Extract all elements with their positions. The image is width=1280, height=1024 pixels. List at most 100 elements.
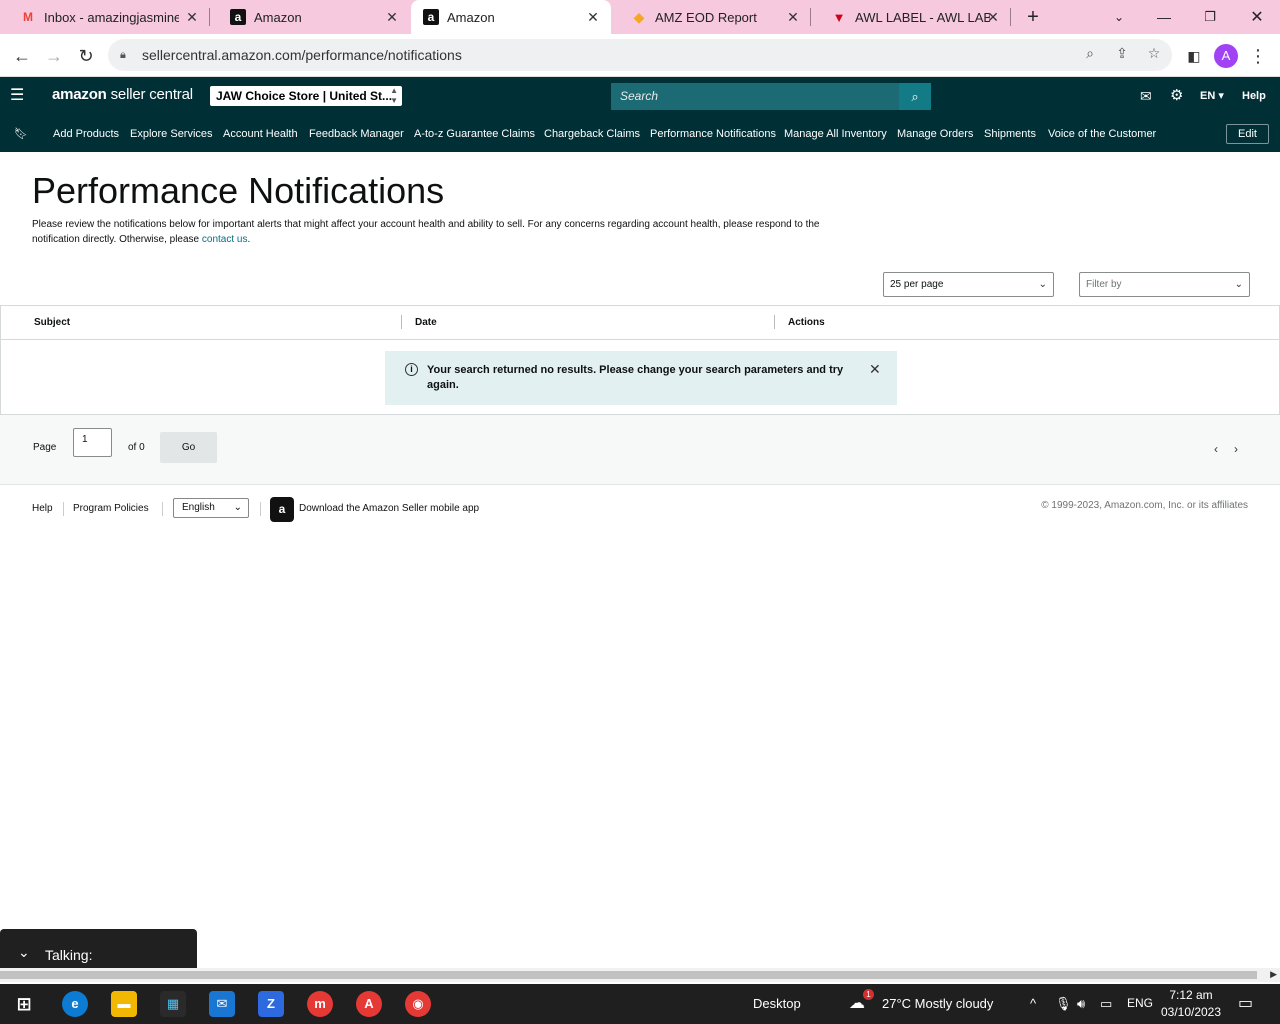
filter-select[interactable]: Filter by ⌄ (1079, 272, 1250, 297)
column-subject[interactable]: Subject (34, 317, 70, 328)
search-icon[interactable]: ⌕ (899, 83, 931, 110)
nav-manage-all-inventory[interactable]: Manage All Inventory (784, 128, 887, 140)
page-number-input[interactable]: 1 (73, 428, 112, 457)
chevron-left-icon[interactable]: ‹ (1214, 442, 1218, 456)
tab-title: AWL LABEL - AWL LABEL (855, 9, 990, 25)
tab-amazon-1[interactable]: a Amazon ✕ (210, 0, 410, 34)
profile-avatar[interactable]: A (1214, 44, 1238, 68)
page-title: Performance Notifications (32, 170, 445, 211)
clock-time: 7:12 am (1169, 988, 1213, 1002)
file-explorer-icon[interactable]: ▬ (111, 991, 137, 1017)
tab-amazon-active[interactable]: a Amazon ✕ (411, 0, 611, 34)
input-language[interactable]: ENG (1127, 996, 1153, 1010)
download-app-link[interactable]: Download the Amazon Seller mobile app (299, 503, 479, 514)
bookmark-icon[interactable]: 🔖︎ (14, 127, 28, 140)
chevron-down-icon[interactable]: ⌄ (18, 944, 30, 961)
browser-menu-icon[interactable]: ⋮ (1244, 42, 1272, 70)
nav-add-products[interactable]: Add Products (53, 128, 119, 140)
close-icon[interactable]: ✕ (869, 361, 881, 378)
pagination-bar: Page 1 of 0 Go ‹ › (0, 415, 1280, 485)
chrome-profile-a-icon[interactable]: A (356, 991, 382, 1017)
scroll-right-icon[interactable]: ▶ (1270, 969, 1277, 980)
url-text[interactable]: sellercentral.amazon.com/performance/not… (142, 47, 462, 63)
tab-amz-eod-report[interactable]: ◆ AMZ EOD Report ✕ (611, 0, 811, 34)
horizontal-scrollbar[interactable]: ▶ (0, 968, 1280, 982)
mail-app-icon[interactable]: ✉ (209, 991, 235, 1017)
program-policies-link[interactable]: Program Policies (73, 503, 149, 514)
close-tab-icon[interactable]: ✕ (384, 9, 400, 25)
awl-icon: ▼ (832, 9, 846, 25)
mail-icon[interactable]: ✉ (1140, 87, 1152, 105)
new-tab-button[interactable]: + (1010, 0, 1056, 34)
per-page-select[interactable]: 25 per page ⌄ (883, 272, 1054, 297)
edit-nav-button[interactable]: Edit (1226, 124, 1269, 144)
seller-central-logo[interactable]: amazon seller central (52, 86, 193, 103)
close-tab-icon[interactable]: ✕ (585, 9, 601, 25)
notification-icon[interactable]: ▭ (1238, 993, 1253, 1013)
restore-button[interactable]: ❐ (1187, 0, 1233, 34)
footer-language-select[interactable]: English ⌄ (173, 498, 249, 518)
tab-awl-label[interactable]: ▼ AWL LABEL - AWL LABEL ✕ (811, 0, 1011, 34)
chevron-down-icon: ⌄ (233, 502, 242, 513)
footer-divider (260, 502, 261, 516)
tray-chevron-icon[interactable]: ^ (1030, 996, 1036, 1011)
tab-title: Amazon (447, 9, 495, 25)
microphone-icon[interactable]: 🎙︎ (1055, 996, 1072, 1012)
search-input[interactable]: Search (611, 83, 899, 110)
url-bar[interactable]: 🔒︎ sellercentral.amazon.com/performance/… (108, 39, 1172, 71)
nav-shipments[interactable]: Shipments (984, 128, 1036, 140)
nav-feedback-manager[interactable]: Feedback Manager (309, 128, 404, 140)
chrome-profile-m-icon[interactable]: m (307, 991, 333, 1017)
zoom-icon[interactable]: ⌕ (1080, 45, 1100, 65)
help-link[interactable]: Help (1242, 87, 1266, 105)
gmail-icon: M (23, 10, 33, 24)
bookmark-star-icon[interactable]: ☆ (1144, 45, 1164, 65)
logo-suffix: seller central (106, 86, 193, 103)
nav-manage-orders[interactable]: Manage Orders (897, 128, 973, 140)
tab-gmail[interactable]: M Inbox - amazingjasmine2 ✕ (0, 0, 210, 34)
column-date[interactable]: Date (415, 317, 437, 328)
report-icon: ◆ (633, 8, 645, 25)
share-icon[interactable]: ⇪ (1112, 45, 1132, 65)
nav-chargeback-claims[interactable]: Chargeback Claims (544, 128, 640, 140)
footer-help-link[interactable]: Help (32, 503, 53, 514)
seller-app-icon[interactable]: a (270, 497, 294, 522)
zoho-icon[interactable]: Z (258, 991, 284, 1017)
language-selector[interactable]: EN ▾ (1200, 87, 1224, 105)
edge-icon[interactable]: e (62, 991, 88, 1017)
nav-voice-of-customer[interactable]: Voice of the Customer (1048, 128, 1156, 140)
forward-icon[interactable]: → (40, 42, 68, 70)
reload-icon[interactable]: ↻ (72, 42, 100, 70)
close-tab-icon[interactable]: ✕ (985, 9, 1001, 25)
chrome-icon[interactable]: ◉ (405, 991, 431, 1017)
volume-icon[interactable]: 🔊︎ (1077, 996, 1085, 1012)
tab-search-icon[interactable]: ⌄ (1096, 0, 1142, 34)
nav-explore-services[interactable]: Explore Services (130, 128, 213, 140)
back-icon[interactable]: ← (8, 42, 36, 70)
windows-start-icon[interactable]: ⊞ (11, 991, 37, 1017)
desktop-toolbar[interactable]: Desktop (753, 996, 801, 1011)
contact-us-link[interactable]: contact us (202, 234, 248, 245)
network-icon[interactable]: ▭ (1100, 996, 1112, 1012)
description-text: Please review the notifications below fo… (32, 219, 820, 245)
hamburger-menu-icon[interactable]: ☰ (10, 87, 28, 105)
nav-account-health[interactable]: Account Health (223, 128, 298, 140)
clock[interactable]: 7:12 am 03/10/2023 (1160, 987, 1222, 1021)
column-divider (401, 315, 402, 329)
store-icon[interactable]: ▦ (160, 991, 186, 1017)
go-button[interactable]: Go (160, 432, 217, 463)
chevron-down-icon: ⌄ (1038, 279, 1047, 290)
side-panel-icon[interactable]: ◧ (1180, 42, 1208, 70)
notifications-table: Subject Date Actions i Your search retur… (0, 305, 1280, 415)
gear-icon[interactable]: ⚙ (1170, 87, 1183, 105)
nav-performance-notifications[interactable]: Performance Notifications (650, 128, 776, 140)
scrollbar-thumb[interactable] (0, 971, 1257, 979)
chevron-right-icon[interactable]: › (1234, 442, 1238, 456)
close-tab-icon[interactable]: ✕ (785, 9, 801, 25)
weather-text[interactable]: 27°C Mostly cloudy (882, 996, 993, 1011)
close-window-button[interactable]: ✕ (1234, 0, 1280, 34)
minimize-button[interactable]: — (1141, 0, 1187, 34)
nav-a-to-z-claims[interactable]: A-to-z Guarantee Claims (414, 128, 535, 140)
close-tab-icon[interactable]: ✕ (184, 9, 200, 25)
store-selector[interactable]: JAW Choice Store | United St... ▲ ▼ (210, 86, 402, 106)
